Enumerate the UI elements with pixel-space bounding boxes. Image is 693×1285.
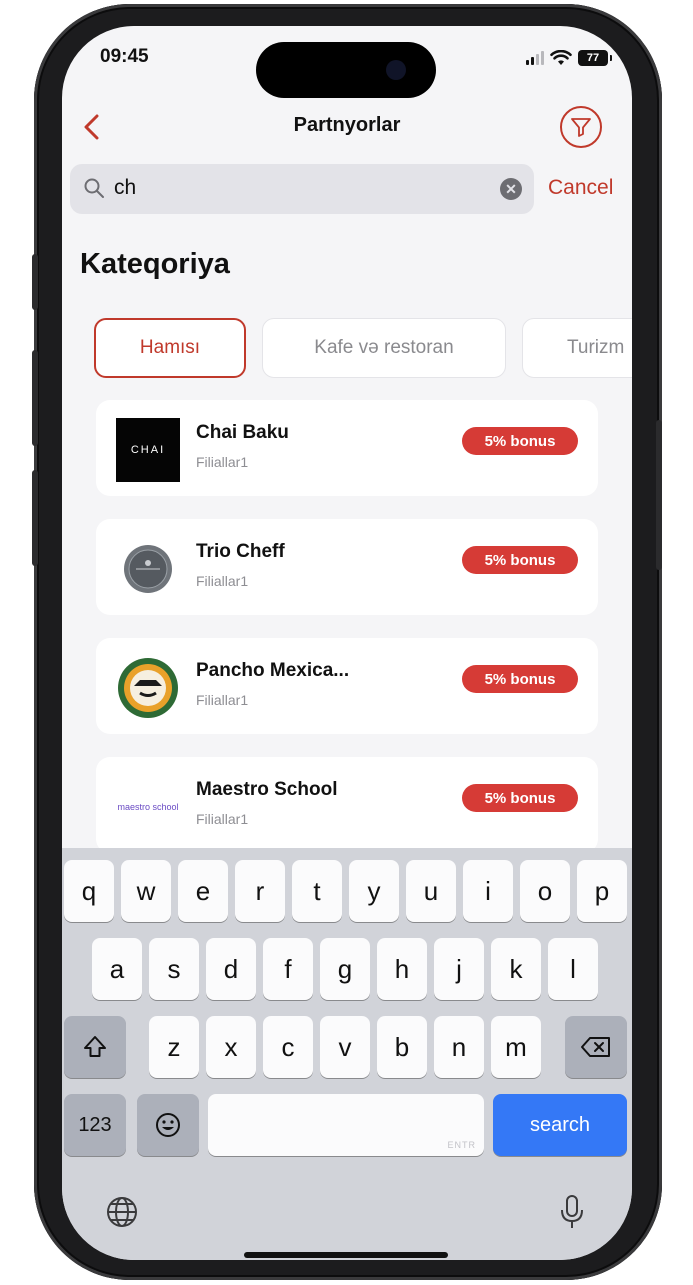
side-button-volume-down (32, 470, 38, 566)
key-e[interactable]: e (178, 860, 228, 922)
partner-logo-text: maestro school (117, 802, 179, 812)
partner-branches: Filiallar1 (196, 573, 249, 589)
backspace-icon (581, 1037, 610, 1057)
chip-tourism[interactable]: Turizm (522, 318, 632, 378)
side-button-volume-up (32, 350, 38, 446)
page-title: Partnyorlar (293, 114, 401, 136)
home-indicator[interactable] (244, 1252, 448, 1258)
key-u[interactable]: u (406, 860, 456, 922)
bonus-badge: 5% bonus (462, 427, 578, 455)
shift-key[interactable] (64, 1016, 126, 1078)
partner-logo (116, 656, 180, 720)
keyboard: q w e r t y u i o p a s d f g h j k l z … (62, 848, 632, 1260)
key-b[interactable]: b (377, 1016, 427, 1078)
emoji-key[interactable] (137, 1094, 199, 1156)
partner-name: Pancho Mexica... (196, 660, 350, 681)
partner-branches: Filiallar1 (196, 692, 249, 708)
numbers-key[interactable]: 123 (64, 1094, 126, 1156)
clear-search-button[interactable]: ✕ (500, 178, 522, 200)
numbers-key-label: 123 (78, 1113, 112, 1136)
nav-bar: Partnyorlar (62, 106, 632, 150)
key-d[interactable]: d (206, 938, 256, 1000)
clear-icon: ✕ (505, 180, 517, 197)
key-y[interactable]: y (349, 860, 399, 922)
shift-icon (84, 1036, 106, 1057)
status-time: 09:45 (100, 46, 149, 67)
key-i[interactable]: i (463, 860, 513, 922)
partner-logo: CHAI (116, 418, 180, 482)
backspace-key[interactable] (565, 1016, 627, 1078)
partner-logo-text: CHAI (130, 444, 166, 456)
category-chips: Hamısı Kafe və restoran Turizm (94, 318, 632, 380)
key-t[interactable]: t (292, 860, 342, 922)
partner-logo (116, 537, 180, 601)
key-h[interactable]: h (377, 938, 427, 1000)
dynamic-island (256, 42, 436, 98)
partner-card[interactable]: CHAI Chai Baku Filiallar1 5% bonus (96, 400, 598, 496)
partner-card[interactable]: maestro school Maestro School Filiallar1… (96, 757, 598, 853)
screen: 09:45 77 Partnyorlar ch ✕ Cancel Kateqor… (62, 26, 632, 1260)
key-k[interactable]: k (491, 938, 541, 1000)
wifi-icon (550, 50, 572, 65)
key-n[interactable]: n (434, 1016, 484, 1078)
pancho-logo (118, 658, 178, 718)
key-w[interactable]: w (121, 860, 171, 922)
search-field[interactable]: ch ✕ (70, 164, 534, 214)
key-o[interactable]: o (520, 860, 570, 922)
partner-name: Maestro School (196, 779, 338, 800)
partner-logo: maestro school (116, 775, 180, 839)
filter-button[interactable] (560, 106, 602, 148)
space-key[interactable]: ENTR (208, 1094, 484, 1156)
key-p[interactable]: p (577, 860, 627, 922)
camera-lens (386, 60, 406, 80)
key-g[interactable]: g (320, 938, 370, 1000)
space-hint: ENTR (447, 1140, 476, 1150)
bonus-badge: 5% bonus (462, 546, 578, 574)
side-button-action (32, 254, 38, 310)
side-button-power (656, 420, 662, 570)
key-r[interactable]: r (235, 860, 285, 922)
bonus-badge: 5% bonus (462, 665, 578, 693)
cancel-button[interactable]: Cancel (548, 176, 613, 200)
partner-card[interactable]: Pancho Mexica... Filiallar1 5% bonus (96, 638, 598, 734)
status-bar: 09:45 77 (62, 26, 632, 98)
chip-cafe-restaurant[interactable]: Kafe və restoran (262, 318, 506, 378)
filter-icon (571, 118, 591, 137)
search-input[interactable]: ch (114, 176, 136, 200)
system-icons: 77 (526, 48, 612, 68)
key-v[interactable]: v (320, 1016, 370, 1078)
partner-branches: Filiallar1 (196, 454, 249, 470)
key-j[interactable]: j (434, 938, 484, 1000)
key-f[interactable]: f (263, 938, 313, 1000)
dictation-button[interactable] (552, 1192, 592, 1232)
search-icon (84, 178, 104, 198)
chip-all[interactable]: Hamısı (94, 318, 246, 378)
globe-button[interactable] (102, 1192, 142, 1232)
partner-name: Trio Cheff (196, 541, 285, 562)
key-a[interactable]: a (92, 938, 142, 1000)
partner-card[interactable]: Trio Cheff Filiallar1 5% bonus (96, 519, 598, 615)
globe-icon (107, 1197, 137, 1227)
key-m[interactable]: m (491, 1016, 541, 1078)
emoji-icon (156, 1113, 180, 1137)
search-key[interactable]: search (493, 1094, 627, 1156)
bonus-badge: 5% bonus (462, 784, 578, 812)
signal-icon (526, 51, 544, 65)
key-l[interactable]: l (548, 938, 598, 1000)
trio-cheff-logo (124, 545, 172, 593)
partner-branches: Filiallar1 (196, 811, 249, 827)
key-c[interactable]: c (263, 1016, 313, 1078)
category-heading: Kateqoriya (80, 248, 230, 280)
key-x[interactable]: x (206, 1016, 256, 1078)
battery-icon: 77 (578, 50, 612, 66)
key-z[interactable]: z (149, 1016, 199, 1078)
key-s[interactable]: s (149, 938, 199, 1000)
mic-icon (561, 1195, 583, 1228)
key-q[interactable]: q (64, 860, 114, 922)
partner-name: Chai Baku (196, 422, 289, 443)
